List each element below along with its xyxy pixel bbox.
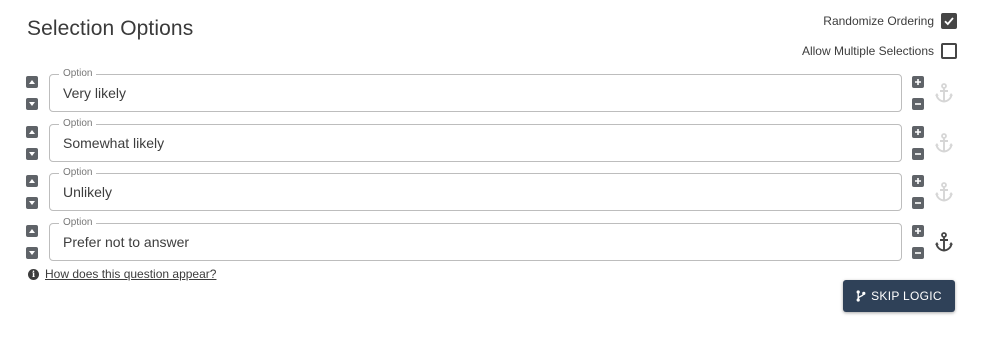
reorder-controls: [26, 76, 39, 110]
allow-multiple-selections-label: Allow Multiple Selections: [801, 44, 934, 58]
move-down-button[interactable]: [26, 197, 38, 209]
option-field-label: Option: [59, 167, 97, 179]
option-field-label: Option: [59, 68, 97, 80]
plus-icon: [914, 78, 922, 86]
add-option-button[interactable]: [912, 76, 924, 88]
add-remove-controls: [912, 76, 925, 110]
allow-multiple-selections-checkbox[interactable]: [941, 43, 957, 59]
caret-up-icon: [28, 128, 36, 136]
caret-up-icon: [28, 227, 36, 235]
reorder-controls: [26, 175, 39, 209]
skip-logic-button[interactable]: SKIP LOGIC: [843, 280, 955, 312]
move-up-button[interactable]: [26, 175, 38, 187]
randomize-ordering-checkbox[interactable]: [941, 13, 957, 29]
caret-down-icon: [28, 150, 36, 158]
move-up-button[interactable]: [26, 76, 38, 88]
caret-down-icon: [28, 249, 36, 257]
help-row: i How does this question appear?: [28, 267, 216, 281]
option-input[interactable]: [63, 234, 883, 250]
plus-icon: [914, 227, 922, 235]
move-up-button[interactable]: [26, 126, 38, 138]
add-option-button[interactable]: [912, 175, 924, 187]
option-input[interactable]: [63, 135, 883, 151]
randomize-ordering-toggle[interactable]: Randomize Ordering: [823, 13, 957, 29]
minus-icon: [914, 249, 922, 257]
minus-icon: [914, 199, 922, 207]
anchor-icon[interactable]: [933, 132, 955, 154]
option-field-label: Option: [59, 118, 97, 130]
minus-icon: [914, 150, 922, 158]
option-field[interactable]: Option: [49, 167, 902, 211]
caret-up-icon: [28, 177, 36, 185]
anchor-icon[interactable]: [933, 231, 955, 253]
caret-up-icon: [28, 78, 36, 86]
remove-option-button[interactable]: [912, 148, 924, 160]
anchor-icon[interactable]: [933, 181, 955, 203]
option-input[interactable]: [63, 184, 883, 200]
allow-multiple-selections-toggle[interactable]: Allow Multiple Selections: [802, 43, 957, 59]
option-field-label: Option: [59, 217, 97, 229]
option-input[interactable]: [63, 85, 883, 101]
reorder-controls: [26, 225, 39, 259]
option-field[interactable]: Option: [49, 68, 902, 112]
info-icon: i: [28, 268, 39, 280]
remove-option-button[interactable]: [912, 197, 924, 209]
option-row: Option: [26, 167, 958, 211]
move-down-button[interactable]: [26, 247, 38, 259]
add-option-button[interactable]: [912, 126, 924, 138]
plus-icon: [914, 128, 922, 136]
option-field[interactable]: Option: [49, 217, 902, 261]
caret-down-icon: [28, 199, 36, 207]
option-row: Option: [26, 118, 958, 162]
remove-option-button[interactable]: [912, 98, 924, 110]
caret-down-icon: [28, 100, 36, 108]
reorder-controls: [26, 126, 39, 160]
add-remove-controls: [912, 126, 925, 160]
move-down-button[interactable]: [26, 148, 38, 160]
anchor-icon[interactable]: [933, 82, 955, 104]
add-remove-controls: [912, 225, 925, 259]
move-down-button[interactable]: [26, 98, 38, 110]
add-remove-controls: [912, 175, 925, 209]
add-option-button[interactable]: [912, 225, 924, 237]
check-icon: [944, 17, 954, 26]
section-title: Selection Options: [27, 17, 194, 40]
move-up-button[interactable]: [26, 225, 38, 237]
minus-icon: [914, 100, 922, 108]
option-row: Option: [26, 68, 958, 112]
skip-logic-label: SKIP LOGIC: [871, 289, 942, 303]
help-link[interactable]: How does this question appear?: [45, 267, 216, 281]
option-field[interactable]: Option: [49, 118, 902, 162]
remove-option-button[interactable]: [912, 247, 924, 259]
randomize-ordering-label: Randomize Ordering: [823, 14, 934, 28]
branch-icon: [856, 290, 866, 302]
plus-icon: [914, 177, 922, 185]
option-row: Option: [26, 217, 958, 261]
